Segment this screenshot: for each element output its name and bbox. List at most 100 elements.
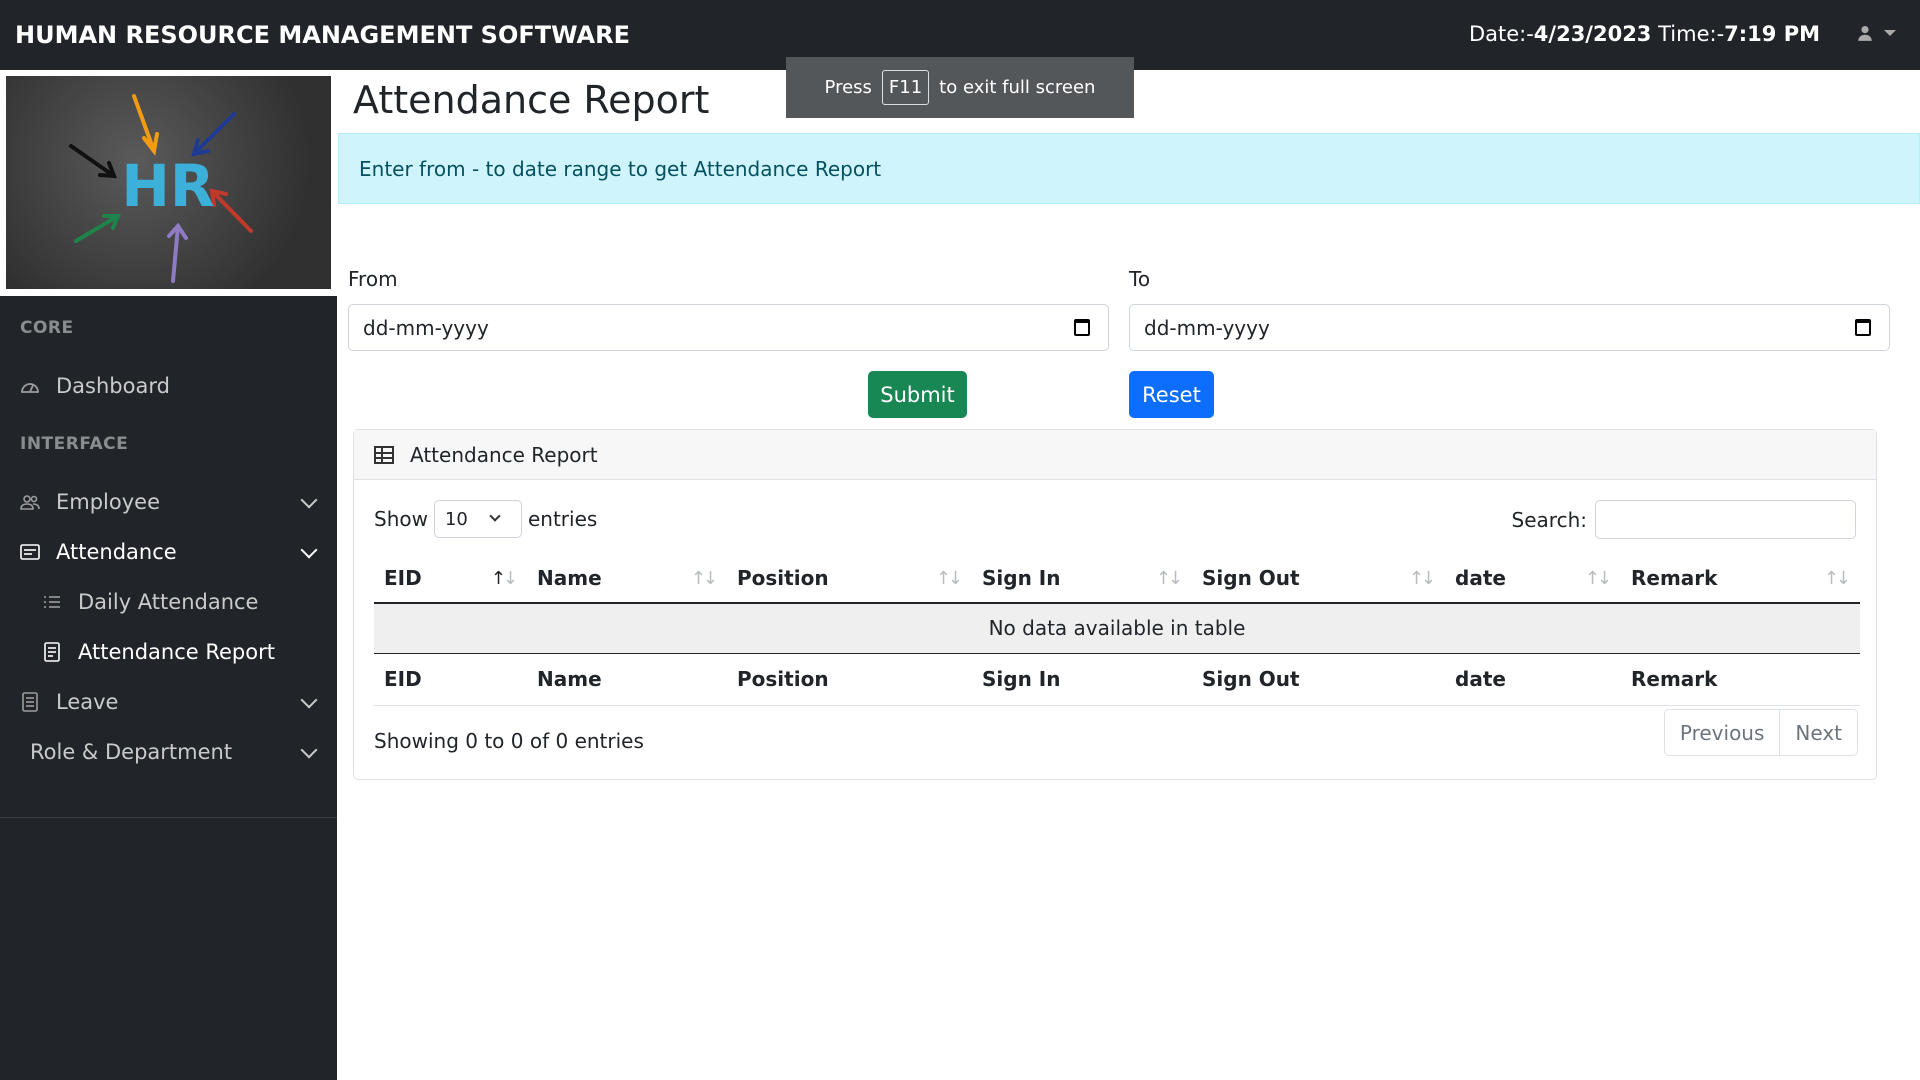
column-header-sign-in[interactable]: Sign In ↑↓: [972, 553, 1192, 604]
entries-label: entries: [527, 507, 598, 531]
sidebar-divider: [0, 817, 337, 818]
footer-position: Position: [727, 653, 972, 706]
calendar-icon[interactable]: [1074, 319, 1090, 336]
attendance-report-card: Attendance Report Show 10 entries Search…: [353, 429, 1877, 780]
column-label: Name: [537, 565, 602, 590]
sidebar-item-label: Role & Department: [30, 740, 233, 764]
date-time-display: Date:-4/23/2023 Time:-7:19 PM: [1469, 22, 1820, 46]
hr-logo-text: HR: [121, 152, 214, 220]
search-input[interactable]: [1595, 500, 1856, 539]
chevron-down-icon: [300, 491, 318, 509]
footer-date: date: [1445, 653, 1621, 706]
from-date-placeholder: dd-mm-yyyy: [363, 315, 489, 340]
search-label: Search:: [1511, 507, 1587, 532]
sidebar-item-daily-attendance[interactable]: Daily Attendance: [0, 582, 337, 622]
sidebar-item-label: Daily Attendance: [78, 590, 259, 614]
dashboard-icon: [18, 378, 42, 394]
sidebar: HR CORE Dashboard INTERFACE Employee Att…: [0, 70, 337, 1080]
footer-remark: Remark: [1621, 653, 1860, 706]
footer-sign-in: Sign In: [972, 653, 1192, 706]
table-search: Search:: [1512, 500, 1856, 539]
report-icon: [40, 642, 64, 662]
column-header-eid[interactable]: EID ↑↓: [374, 553, 527, 604]
footer-sign-out: Sign Out: [1192, 653, 1445, 706]
sidebar-item-label: Leave: [56, 690, 119, 714]
footer-name: Name: [527, 653, 727, 706]
sidebar-item-label: Dashboard: [56, 374, 170, 398]
column-header-name[interactable]: Name ↑↓: [527, 553, 727, 604]
sort-icon: ↑↓: [1584, 568, 1612, 589]
card-title: Attendance Report: [410, 442, 598, 467]
interface-heading: INTERFACE: [20, 434, 129, 454]
column-header-sign-out[interactable]: Sign Out ↑↓: [1192, 553, 1445, 604]
to-date-input[interactable]: dd-mm-yyyy: [1129, 304, 1890, 351]
fullscreen-press-text: Press: [824, 77, 872, 98]
sidebar-item-label: Attendance: [56, 540, 177, 564]
footer-eid: EID: [374, 653, 527, 706]
show-label: Show: [374, 507, 428, 531]
column-header-position[interactable]: Position ↑↓: [727, 553, 972, 604]
hr-logo-image: HR: [6, 76, 331, 289]
caret-down-icon: [1884, 30, 1896, 36]
fullscreen-exit-text: to exit full screen: [939, 77, 1096, 98]
submit-button[interactable]: Submit: [868, 371, 967, 418]
reset-button[interactable]: Reset: [1129, 371, 1214, 418]
date-label: Date:-: [1468, 22, 1534, 46]
card-header: Attendance Report: [354, 430, 1876, 480]
date-value: 4/23/2023: [1533, 22, 1652, 46]
time-label: Time:-: [1651, 22, 1725, 46]
column-label: Sign Out: [1202, 565, 1300, 590]
leave-icon: [18, 692, 42, 712]
chevron-down-icon: [489, 510, 501, 522]
from-date-input[interactable]: dd-mm-yyyy: [348, 304, 1109, 351]
calendar-icon[interactable]: [1855, 319, 1871, 336]
f11-key: F11: [881, 70, 930, 105]
sort-icon: ↑↓: [690, 568, 718, 589]
sidebar-item-label: Attendance Report: [78, 640, 275, 664]
sidebar-item-role-department[interactable]: Role & Department: [0, 732, 337, 772]
from-label: From: [348, 267, 398, 291]
people-icon: [18, 494, 42, 510]
sidebar-item-employee[interactable]: Employee: [0, 482, 337, 522]
column-header-remark[interactable]: Remark ↑↓: [1621, 553, 1860, 604]
fullscreen-notice: Press F11 to exit full screen: [786, 57, 1134, 118]
table-icon: [374, 445, 394, 464]
entries-select[interactable]: 10: [433, 500, 522, 538]
empty-table-message: No data available in table: [374, 603, 1860, 654]
entries-select-value: 10: [444, 508, 468, 530]
page-title: Attendance Report: [353, 78, 710, 122]
list-icon: [40, 595, 64, 609]
sidebar-item-attendance-report[interactable]: Attendance Report: [0, 632, 337, 672]
table-row: No data available in table: [374, 603, 1860, 654]
table-info: Showing 0 to 0 of 0 entries: [374, 729, 644, 753]
pagination: Previous Next: [1663, 709, 1858, 756]
sidebar-item-leave[interactable]: Leave: [0, 682, 337, 722]
chevron-down-icon: [300, 741, 318, 759]
core-heading: CORE: [20, 318, 74, 338]
column-label: EID: [384, 565, 422, 590]
app-brand[interactable]: HUMAN RESOURCE MANAGEMENT SOFTWARE: [15, 21, 630, 49]
sidebar-item-attendance[interactable]: Attendance: [0, 532, 337, 572]
hr-logo: HR: [0, 70, 337, 296]
previous-page-button[interactable]: Previous: [1665, 710, 1780, 755]
column-header-date[interactable]: date ↑↓: [1445, 553, 1621, 604]
user-menu-button[interactable]: [1856, 24, 1896, 42]
column-label: date: [1455, 565, 1506, 590]
chevron-down-icon: [300, 541, 318, 559]
sort-asc-icon: ↑↓: [490, 568, 518, 589]
to-label: To: [1129, 267, 1151, 291]
to-date-placeholder: dd-mm-yyyy: [1144, 315, 1270, 340]
entries-length-control: Show 10 entries: [374, 500, 597, 538]
column-label: Remark: [1631, 565, 1718, 590]
next-page-button[interactable]: Next: [1779, 710, 1857, 755]
column-label: Sign In: [982, 565, 1061, 590]
table-header-row: EID ↑↓ Name ↑↓ Position ↑↓ Sign In ↑↓ Sign O…: [374, 553, 1860, 604]
attendance-table: EID ↑↓ Name ↑↓ Position ↑↓ Sign In ↑↓ Sign O…: [374, 553, 1860, 706]
time-value: 7:19 PM: [1724, 22, 1820, 46]
sort-icon: ↑↓: [1155, 568, 1183, 589]
calendar-list-icon: [18, 544, 42, 560]
chevron-down-icon: [300, 691, 318, 709]
sidebar-item-dashboard[interactable]: Dashboard: [0, 366, 337, 406]
column-label: Position: [737, 565, 829, 590]
person-icon: [1858, 26, 1872, 41]
